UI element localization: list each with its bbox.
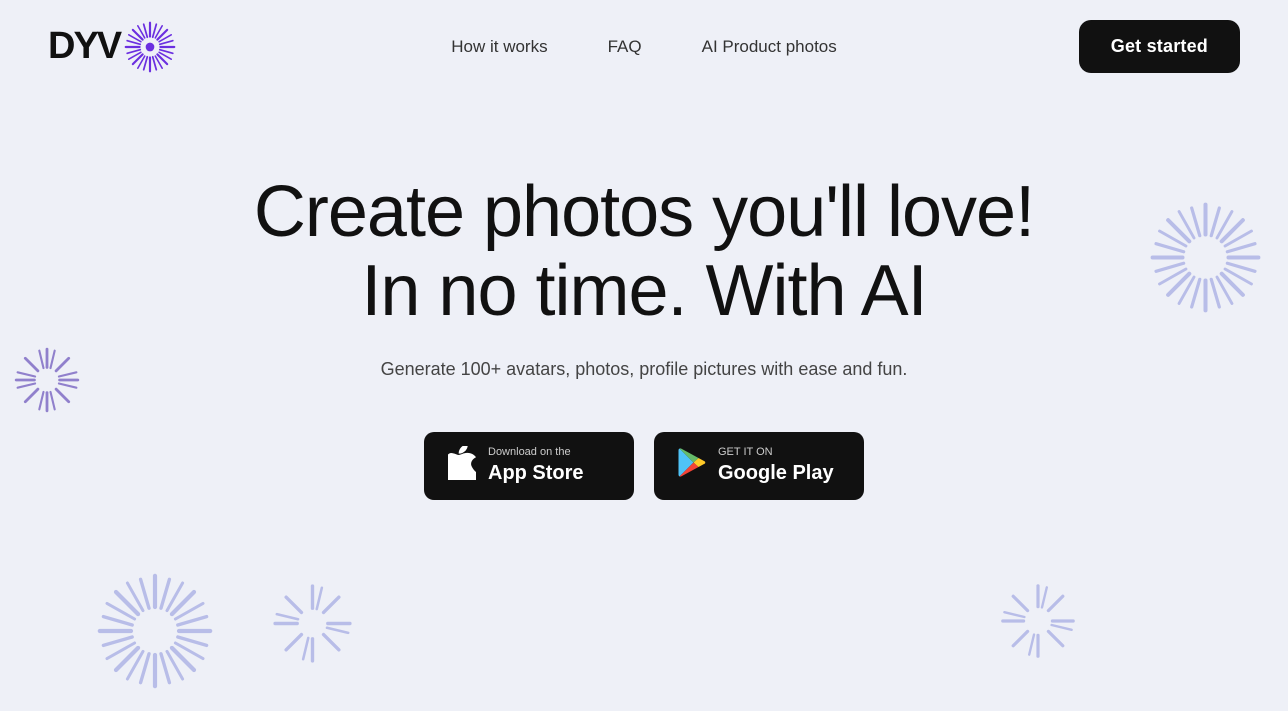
apple-icon [448, 446, 476, 485]
hero-title-line2: In no time. With AI [361, 251, 926, 331]
hero-subtitle: Generate 100+ avatars, photos, profile p… [381, 359, 908, 380]
logo-text: DYV [48, 25, 120, 68]
nav-faq[interactable]: FAQ [608, 37, 642, 57]
app-store-small-text: Download on the [488, 446, 584, 459]
nav-ai-product-photos[interactable]: AI Product photos [702, 37, 837, 57]
logo-starburst-icon [124, 21, 176, 73]
google-play-small-text: GET IT ON [718, 446, 834, 459]
app-store-button[interactable]: Download on the App Store [424, 432, 634, 499]
hero-title: Create photos you'll love! In no time. W… [254, 173, 1034, 331]
starburst-lavender-bottom-left-small [270, 581, 355, 666]
starburst-lavender-bottom-right [998, 581, 1078, 661]
google-play-button[interactable]: GET IT ON Google Play [654, 432, 864, 499]
navbar: DYV [0, 0, 1288, 93]
nav-how-it-works[interactable]: How it works [451, 37, 547, 57]
google-play-text: GET IT ON Google Play [718, 446, 834, 485]
nav-links: How it works FAQ AI Product photos [451, 37, 837, 57]
store-buttons: Download on the App Store GET IT ON Goog… [424, 432, 864, 499]
hero-section: Create photos you'll love! In no time. W… [0, 93, 1288, 500]
get-started-button[interactable]: Get started [1079, 20, 1240, 73]
google-play-large-text: Google Play [718, 460, 834, 486]
app-store-large-text: App Store [488, 460, 584, 486]
hero-title-line1: Create photos you'll love! [254, 172, 1034, 252]
logo[interactable]: DYV [48, 21, 176, 73]
app-store-text: Download on the App Store [488, 446, 584, 485]
starburst-lavender-bottom-left-large [95, 571, 215, 691]
google-play-icon [678, 448, 706, 483]
